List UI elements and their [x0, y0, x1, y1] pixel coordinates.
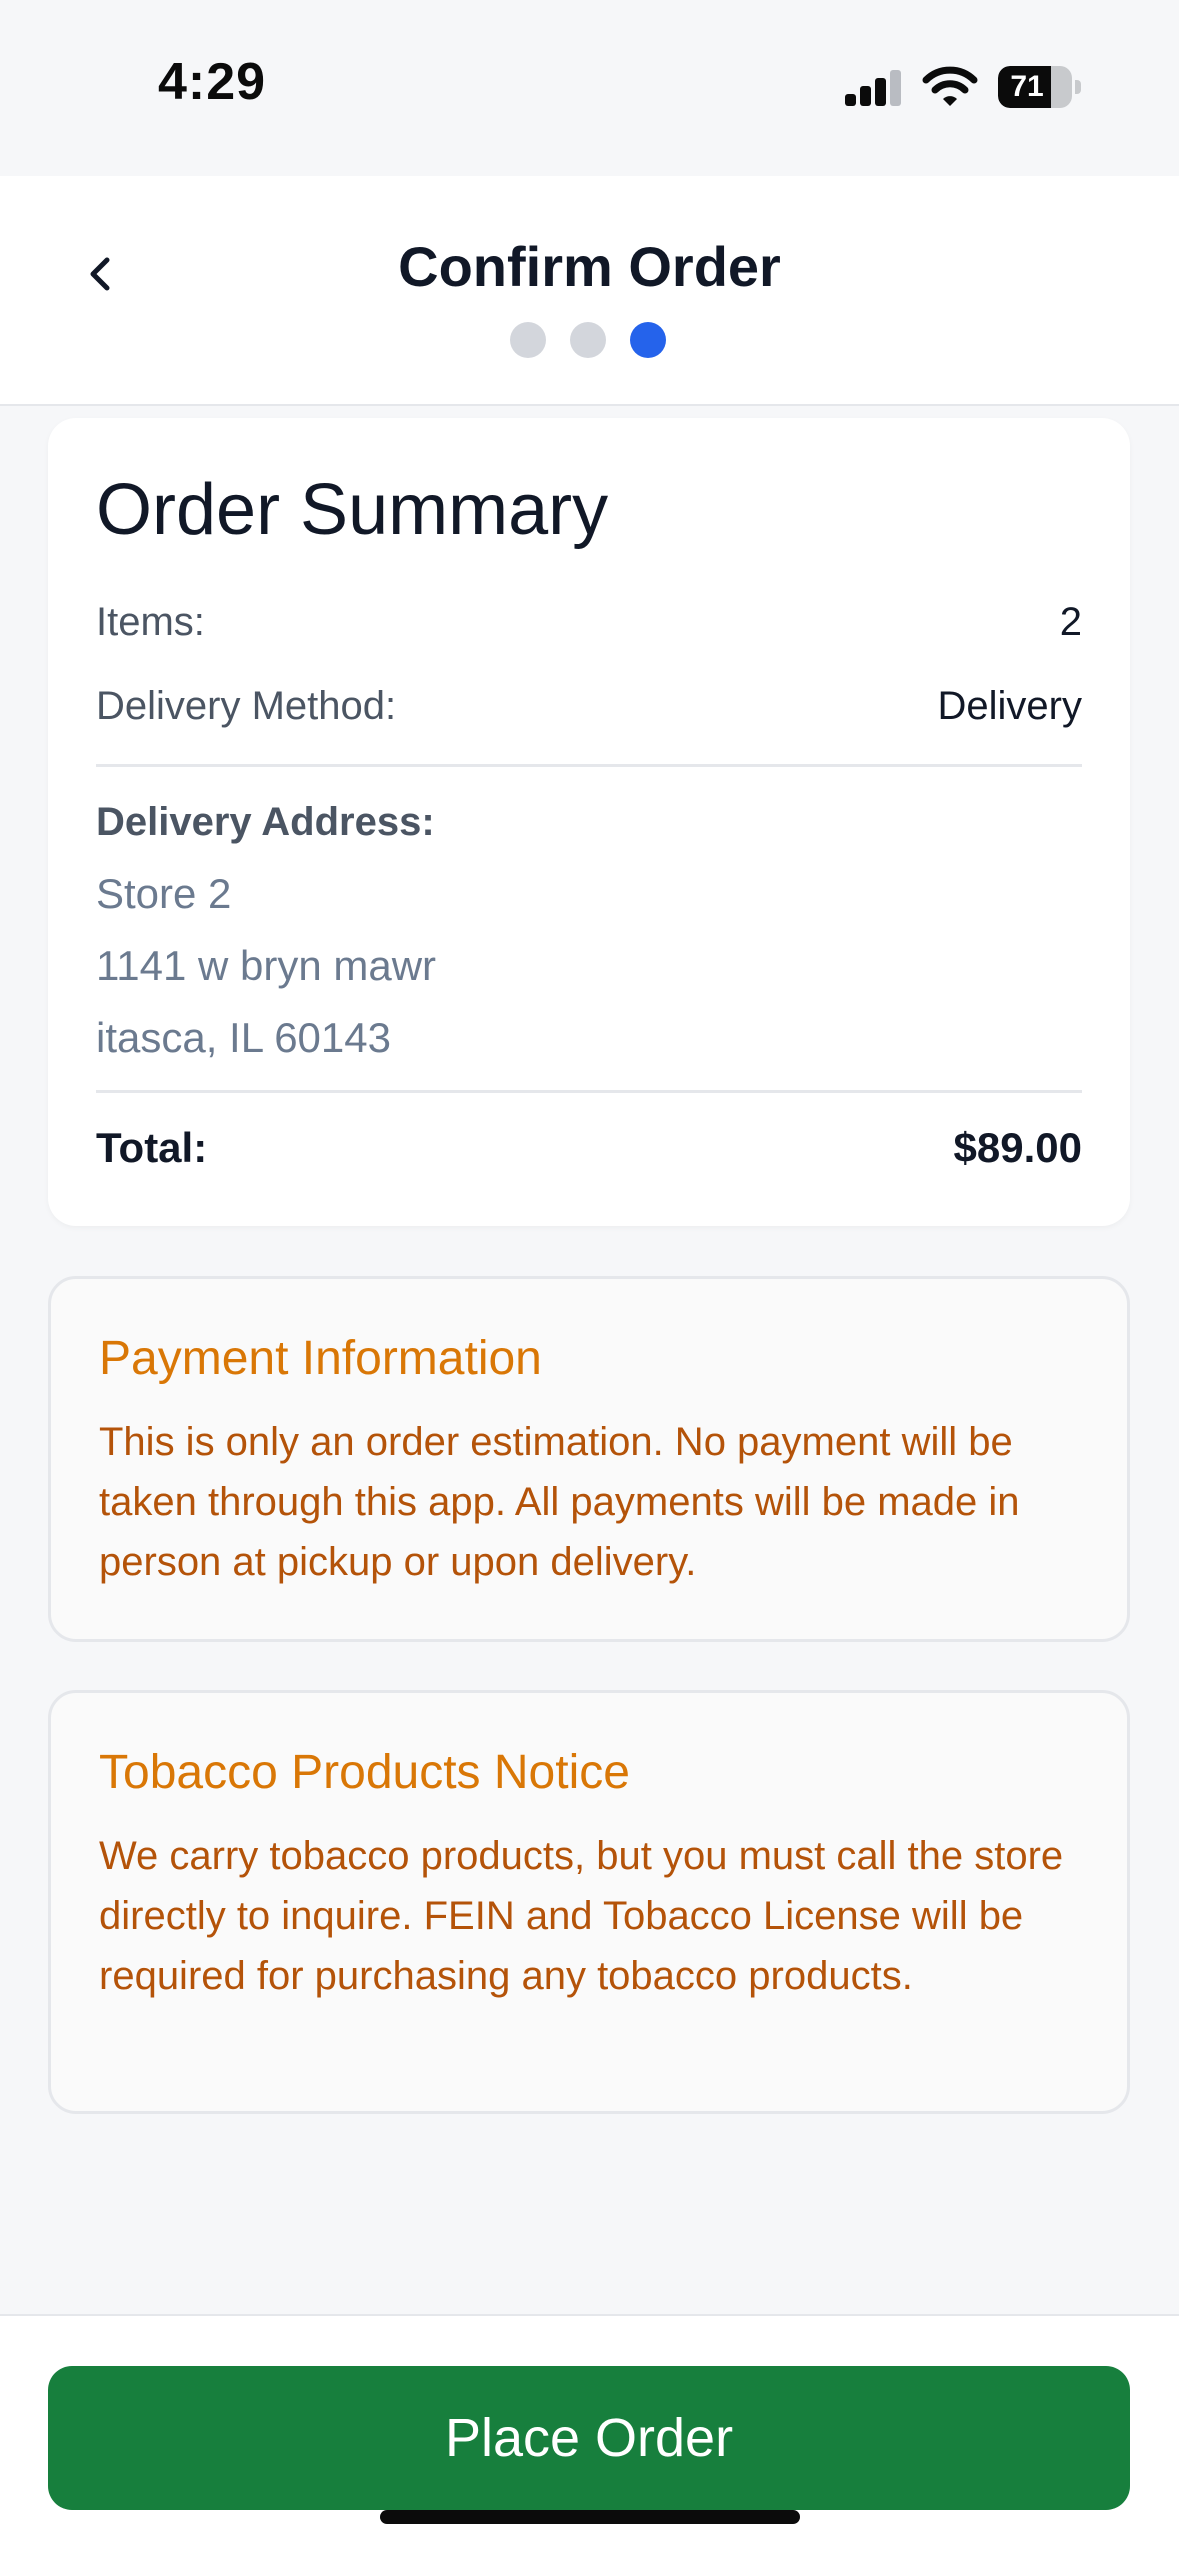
payment-information-card: Payment Information This is only an orde…: [48, 1276, 1130, 1642]
delivery-address-label: Delivery Address:: [96, 800, 435, 844]
tobacco-notice-title: Tobacco Products Notice: [99, 1746, 630, 1799]
divider: [96, 764, 1082, 767]
step-dot-1: [510, 322, 546, 358]
battery-tip: [1075, 80, 1081, 94]
step-dot-2: [570, 322, 606, 358]
total-label: Total:: [96, 1124, 208, 1171]
total-value: $89.00: [953, 1124, 1082, 1171]
home-indicator: [380, 2510, 800, 2524]
status-bar: 4:29 71: [0, 0, 1179, 176]
order-summary-title: Order Summary: [96, 470, 609, 550]
payment-information-text: This is only an order estimation. No pay…: [99, 1420, 1020, 1584]
address-line-2: 1141 w bryn mawr: [96, 942, 437, 989]
wifi-icon: [922, 66, 978, 106]
delivery-method-label: Delivery Method:: [96, 684, 397, 728]
step-dot-3-active: [630, 322, 666, 358]
page-title: Confirm Order: [398, 235, 781, 298]
battery-percentage: 71: [1010, 70, 1044, 103]
address-line-1: Store 2: [96, 870, 232, 917]
step-indicator: [510, 322, 666, 358]
delivery-method-row: Delivery Method: Delivery: [96, 684, 1082, 729]
place-order-button[interactable]: Place Order: [48, 2366, 1130, 2510]
payment-information-title: Payment Information: [99, 1332, 542, 1385]
items-row: Items: 2: [96, 600, 1082, 645]
status-time: 4:29: [158, 53, 267, 111]
delivery-method-value: Delivery: [937, 684, 1082, 728]
divider: [96, 1090, 1082, 1093]
tobacco-notice-card: Tobacco Products Notice We carry tobacco…: [48, 1690, 1130, 2114]
navigation-header: Confirm Order: [0, 176, 1179, 406]
order-summary-card: Order Summary Items: 2 Delivery Method: …: [48, 418, 1130, 1226]
tobacco-notice-text: We carry tobacco products, but you must …: [99, 1834, 1064, 1998]
items-value: 2: [1059, 600, 1082, 644]
address-line-3: itasca, IL 60143: [96, 1014, 391, 1061]
cellular-signal-icon: [845, 70, 903, 106]
total-row: Total: $89.00: [96, 1124, 1082, 1172]
items-label: Items:: [96, 600, 205, 644]
battery-icon: 71: [998, 66, 1072, 108]
